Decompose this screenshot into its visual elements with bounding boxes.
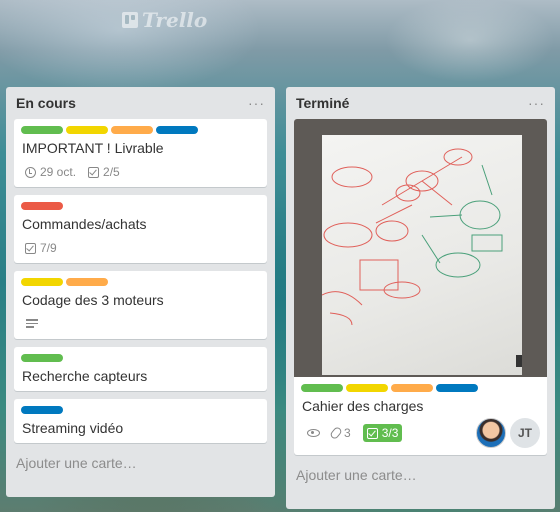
card-important-livrable[interactable]: IMPORTANT ! Livrable 29 oct. 2/5 (14, 119, 267, 187)
checklist-icon (25, 242, 36, 254)
list-title[interactable]: Terminé (296, 95, 349, 111)
card-title: Codage des 3 moteurs (22, 292, 164, 308)
list-title[interactable]: En cours (16, 95, 76, 111)
due-date-badge: 29 oct. (25, 165, 76, 179)
paperclip-icon (329, 425, 343, 441)
card-title: Recherche capteurs (22, 368, 148, 384)
card-badges: 7/9 (21, 239, 260, 257)
list-termine: Terminé ··· Cahier des charges 3 3/3 JT … (286, 87, 555, 509)
list-header: Terminé ··· (294, 87, 547, 119)
card-title: Streaming vidéo (22, 420, 124, 436)
add-card-link[interactable]: Ajouter une carte… (294, 463, 547, 487)
card-recherche-capteurs[interactable]: Recherche capteurs (14, 347, 267, 391)
list-menu-icon[interactable]: ··· (248, 95, 265, 111)
card-labels (21, 202, 260, 210)
label-yellow (346, 384, 388, 392)
card-badges: 29 oct. 2/5 (21, 163, 260, 181)
whiteboard-sketch (321, 148, 522, 367)
card-labels (21, 406, 260, 414)
list-menu-icon[interactable]: ··· (528, 95, 545, 111)
trello-logo[interactable]: Trello (122, 8, 207, 32)
label-red (21, 202, 63, 210)
card-title: Cahier des charges (302, 398, 424, 414)
checklist-complete-badge: 3/3 (362, 424, 403, 442)
checklist-text: 2/5 (103, 165, 120, 179)
label-green (301, 384, 343, 392)
add-card-link[interactable]: Ajouter une carte… (14, 451, 267, 475)
label-yellow (66, 126, 108, 134)
card-badges: 3 3/3 JT (301, 417, 540, 449)
eye-icon (307, 429, 320, 437)
member-avatar-icon[interactable] (476, 418, 506, 448)
card-members: JT (476, 418, 540, 448)
label-blue (156, 126, 198, 134)
checklist-badge: 2/5 (88, 165, 120, 179)
list-header: En cours ··· (14, 87, 267, 119)
checklist-text: 7/9 (40, 241, 57, 255)
attachments-count: 3 (344, 426, 351, 440)
clock-icon (25, 166, 36, 178)
card-commandes-achats[interactable]: Commandes/achats 7/9 (14, 195, 267, 263)
card-labels (21, 354, 260, 362)
checklist-icon (366, 427, 378, 439)
card-title: Commandes/achats (22, 216, 147, 232)
description-icon (26, 319, 38, 329)
card-streaming-video[interactable]: Streaming vidéo (14, 399, 267, 443)
card-labels (301, 384, 540, 392)
checklist-text: 3/3 (381, 426, 399, 440)
card-cover-image (294, 119, 547, 377)
checklist-icon (88, 166, 100, 178)
card-title: IMPORTANT ! Livrable (22, 140, 164, 156)
header-bar: Trello (0, 0, 560, 40)
label-orange (66, 278, 108, 286)
card-badges (21, 315, 260, 333)
label-orange (111, 126, 153, 134)
label-yellow (21, 278, 63, 286)
member-avatar-jt[interactable]: JT (510, 418, 540, 448)
label-blue (436, 384, 478, 392)
label-orange (391, 384, 433, 392)
list-en-cours: En cours ··· IMPORTANT ! Livrable 29 oct… (6, 87, 275, 497)
attachments-badge: 3 (329, 425, 351, 441)
label-blue (21, 406, 63, 414)
due-date-text: 29 oct. (40, 165, 77, 179)
card-codage-moteurs[interactable]: Codage des 3 moteurs (14, 271, 267, 339)
whiteboard-photo (321, 135, 522, 375)
card-cahier-des-charges[interactable]: Cahier des charges 3 3/3 JT (294, 119, 547, 455)
trello-board-icon (122, 12, 138, 28)
label-green (21, 354, 63, 362)
label-green (21, 126, 63, 134)
checklist-badge: 7/9 (25, 241, 57, 255)
card-labels (21, 278, 260, 286)
logo-text: Trello (142, 8, 208, 32)
card-labels (21, 126, 260, 134)
